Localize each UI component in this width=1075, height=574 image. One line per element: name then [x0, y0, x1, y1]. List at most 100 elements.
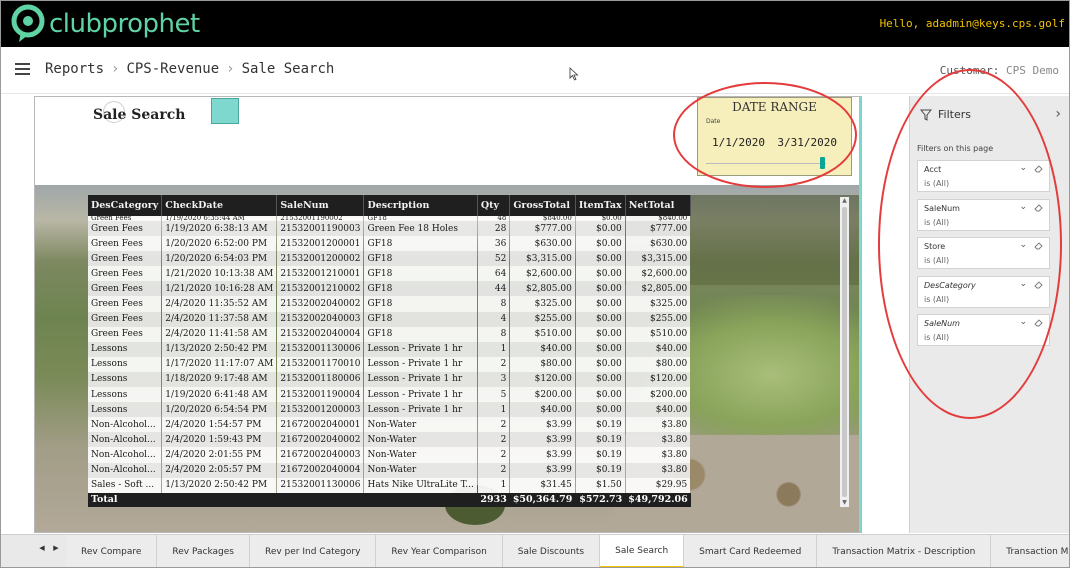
table-row[interactable]: Green Fees 1/21/2020 10:16:28 AM 215320012…: [88, 281, 691, 297]
table-row[interactable]: Green Fees 2/4/2020 11:37:58 AM 2153200204…: [88, 311, 691, 327]
table-row[interactable]: Non-Alcohol... 2/4/2020 2:05:57 PM 2167200…: [88, 462, 691, 478]
table-cell: 28: [494, 223, 507, 234]
table-row[interactable]: Non-Alcohol... 2/4/2020 2:01:55 PM 2167200…: [88, 447, 691, 463]
table-cell: Green Fees: [91, 329, 143, 340]
column-header[interactable]: Description: [363, 195, 478, 216]
eraser-icon[interactable]: [1034, 164, 1043, 173]
eraser-icon[interactable]: [1034, 203, 1043, 212]
tab-sale-search[interactable]: Sale Search: [600, 535, 685, 567]
table-row[interactable]: Lessons 1/18/2020 9:17:48 AM 2153200118000…: [88, 371, 691, 388]
table-cell: Lesson - Private 1 hr: [367, 389, 463, 400]
chevron-down-icon[interactable]: ⌄: [1019, 202, 1027, 212]
chevron-right-icon: ›: [226, 61, 235, 77]
table-cell: Lessons: [91, 344, 128, 355]
tab-sale-discounts[interactable]: Sale Discounts: [502, 535, 601, 567]
table-cell: Green Fees: [91, 238, 143, 249]
table-cell: 21532001200002: [280, 253, 361, 264]
scroll-up-icon[interactable]: ▲: [840, 197, 849, 205]
table-row[interactable]: Sales - Soft ... 1/13/2020 2:50:42 PM 2153…: [88, 477, 691, 493]
eraser-icon[interactable]: [1034, 241, 1043, 250]
date-slider-handle[interactable]: [820, 157, 825, 169]
table-cell: 21532001200003: [280, 404, 361, 415]
table-scrollbar[interactable]: ▲ ▼: [840, 197, 849, 507]
filter-card[interactable]: Acct is (All) ⌄: [917, 160, 1050, 192]
breadcrumb-sale-search[interactable]: Sale Search: [242, 61, 335, 77]
eraser-icon[interactable]: [1034, 318, 1043, 327]
table-row[interactable]: Green Fees 1/19/2020 6:38:13 AM 2153200119…: [88, 221, 691, 237]
table-cell: $510.00: [534, 329, 572, 340]
scroll-down-icon[interactable]: ▼: [840, 499, 849, 507]
tab-rev-packages[interactable]: Rev Packages: [157, 535, 250, 567]
tab-navigation: ◀ ▶: [35, 544, 63, 552]
table-row[interactable]: Green Fees 2/4/2020 11:35:52 AM 2153200204…: [88, 296, 691, 312]
date-range-slicer[interactable]: DATE RANGE Date 1/1/2020 3/31/2020: [697, 97, 852, 176]
filter-value: is (All): [924, 294, 950, 304]
customer-indicator[interactable]: Customer: CPS Demo: [940, 64, 1059, 77]
total-label: Total: [88, 492, 162, 507]
table-row[interactable]: Lessons 1/13/2020 2:50:42 PM 2153200113000…: [88, 341, 691, 357]
tab-rev-per-ind-category[interactable]: Rev per Ind Category: [249, 535, 377, 567]
user-greeting[interactable]: Hello, adadmin@keys.cps.golf: [880, 17, 1065, 30]
table-row[interactable]: Green Fees 1/20/2020 6:52:00 PM 2153200120…: [88, 236, 691, 252]
next-tab-icon[interactable]: ▶: [49, 544, 63, 552]
table-cell: $40.00: [540, 344, 572, 355]
club-prophet-logo[interactable]: clubprophet: [11, 3, 200, 45]
start-date-input[interactable]: 1/1/2020: [712, 136, 765, 149]
filter-card[interactable]: Store is (All) ⌄: [917, 237, 1050, 269]
breadcrumb-cps-revenue[interactable]: CPS-Revenue: [126, 61, 219, 77]
table-row[interactable]: Non-Alcohol... 2/4/2020 1:59:43 PM 2167200…: [88, 432, 691, 448]
column-header[interactable]: Qty: [477, 195, 511, 216]
page-title: Sale Search: [93, 107, 186, 123]
table-cell: 21532001210002: [280, 283, 361, 294]
filter-name: Acct: [924, 165, 942, 174]
table-row[interactable]: Green Fees 1/20/2020 6:54:03 PM 2153200120…: [88, 251, 691, 267]
filter-card[interactable]: SaleNum is (All) ⌄: [917, 198, 1050, 231]
chevron-down-icon[interactable]: ⌄: [1019, 163, 1027, 173]
table-row[interactable]: Green Fees 1/21/2020 10:13:38 AM 215320012…: [88, 266, 691, 282]
chevron-down-icon[interactable]: ⌄: [1019, 240, 1027, 250]
column-header[interactable]: DesCategory: [88, 195, 163, 216]
table-row[interactable]: Lessons 1/17/2020 11:17:07 AM 215320011700…: [88, 356, 691, 372]
table-cell: $120.00: [650, 374, 688, 385]
date-slider-track[interactable]: [706, 163, 826, 164]
tab-rev-year-comparison[interactable]: Rev Year Comparison: [376, 535, 503, 567]
table-cell: 1/17/2020 11:17:07 AM: [165, 359, 274, 370]
table-cell: $2,805.00: [526, 283, 572, 294]
canvas-edge-indicator: [859, 97, 861, 532]
chevron-down-icon[interactable]: ⌄: [1019, 317, 1027, 327]
previous-tab-icon[interactable]: ◀: [35, 544, 49, 552]
filter-value: is (All): [924, 256, 950, 265]
column-header[interactable]: CheckDate: [161, 195, 278, 216]
tab-rev-compare[interactable]: Rev Compare: [66, 535, 158, 567]
filter-card[interactable]: DesCategory is (All) ⌄: [917, 275, 1050, 308]
total-gross: $50,364.79: [509, 492, 576, 507]
tab-transaction-matrix-description[interactable]: Transaction Matrix - Description: [817, 535, 992, 567]
scrollbar-thumb[interactable]: [842, 207, 847, 497]
column-header[interactable]: ItemTax: [575, 195, 626, 216]
table-cell: 1: [500, 344, 507, 355]
hamburger-menu-icon[interactable]: [15, 63, 30, 75]
table-cell: 21532001180006: [280, 374, 361, 385]
eraser-icon[interactable]: [1034, 280, 1043, 289]
collapse-pane-chevron-icon[interactable]: ›: [1055, 106, 1061, 122]
table-row[interactable]: Lessons 1/19/2020 6:41:48 AM 2153200119000…: [88, 387, 691, 403]
tab-smart-card-redeemed[interactable]: Smart Card Redeemed: [684, 535, 818, 567]
breadcrumb-reports[interactable]: Reports: [45, 61, 104, 77]
filter-card[interactable]: SaleNum is (All) ⌄: [917, 314, 1050, 346]
sales-table-visual[interactable]: DesCategory CheckDate SaleNum Descriptio…: [88, 195, 692, 513]
column-header[interactable]: GrossTotal: [509, 195, 576, 216]
column-header[interactable]: SaleNum: [276, 195, 365, 216]
filters-title: Filters: [938, 108, 971, 121]
table-cell: 21672002040004: [280, 465, 361, 476]
table-cell: $0.00: [595, 389, 622, 400]
filter-funnel-icon: [920, 109, 932, 121]
table-row[interactable]: Non-Alcohol... 2/4/2020 1:54:57 PM 2167200…: [88, 417, 691, 433]
tab-transaction-matrix-date[interactable]: Transaction Matrix - Date: [991, 535, 1069, 567]
table-row[interactable]: Lessons 1/20/2020 6:54:54 PM 2153200120000…: [88, 402, 691, 418]
table-cell: GF18: [367, 299, 393, 310]
end-date-input[interactable]: 3/31/2020: [777, 136, 837, 149]
column-header[interactable]: NetTotal: [625, 195, 692, 216]
table-row[interactable]: Green Fees 2/4/2020 11:41:58 AM 2153200204…: [88, 326, 691, 342]
chevron-down-icon[interactable]: ⌄: [1019, 279, 1027, 289]
teal-shape[interactable]: [211, 98, 239, 124]
